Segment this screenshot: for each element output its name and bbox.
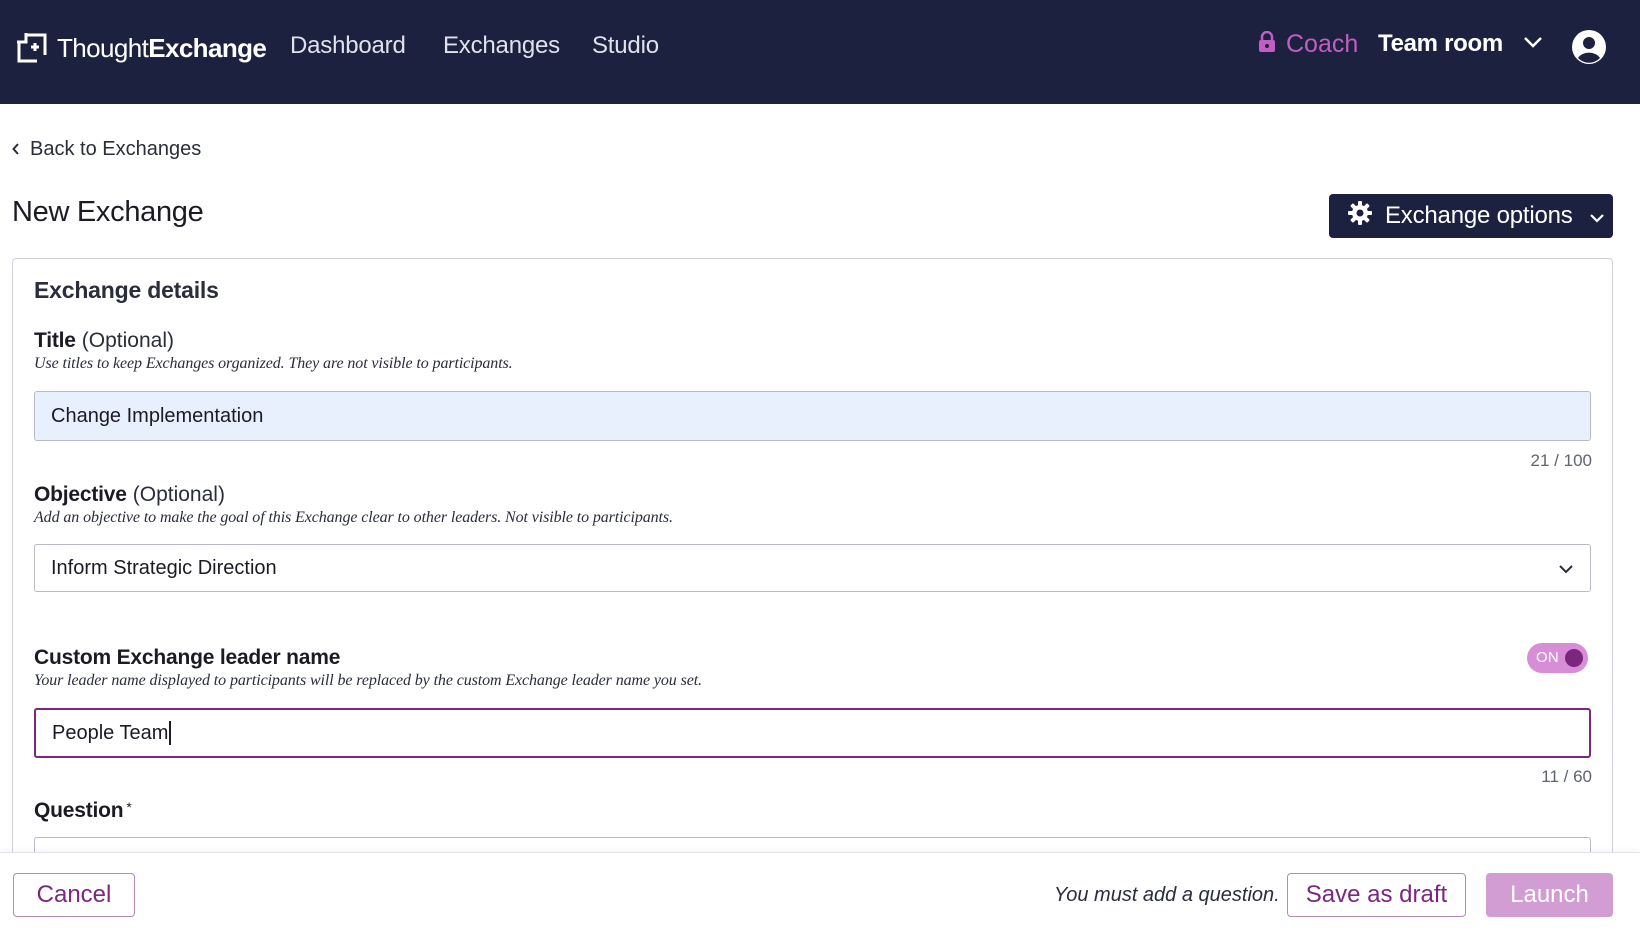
footer-action-bar: Cancel You must add a question. Save as … bbox=[0, 852, 1640, 934]
objective-selected-value: Inform Strategic Direction bbox=[51, 556, 277, 579]
logo-icon bbox=[15, 31, 49, 65]
account-icon bbox=[1571, 30, 1607, 69]
back-to-exchanges-link[interactable]: Back to Exchanges bbox=[12, 138, 201, 161]
leader-name-field-label: Custom Exchange leader name bbox=[34, 646, 341, 669]
page-title: New Exchange bbox=[12, 196, 204, 228]
exchange-options-button[interactable]: Exchange options bbox=[1329, 194, 1613, 238]
title-input-value: Change Implementation bbox=[51, 404, 264, 427]
gear-icon bbox=[1347, 200, 1373, 233]
logo[interactable]: ThoughtExchange bbox=[15, 30, 267, 66]
exchange-options-label: Exchange options bbox=[1385, 202, 1573, 229]
nav-dashboard[interactable]: Dashboard bbox=[290, 32, 406, 60]
save-as-draft-button[interactable]: Save as draft bbox=[1287, 873, 1466, 917]
objective-select[interactable]: Inform Strategic Direction bbox=[34, 544, 1591, 592]
coach-link[interactable]: Coach bbox=[1258, 30, 1358, 59]
account-button[interactable] bbox=[1571, 29, 1607, 70]
team-room-selector[interactable]: Team room bbox=[1378, 30, 1543, 58]
title-input[interactable]: Change Implementation bbox=[34, 391, 1591, 441]
coach-label: Coach bbox=[1286, 30, 1359, 58]
chevron-down-icon bbox=[1589, 202, 1605, 230]
back-label: Back to Exchanges bbox=[30, 138, 202, 160]
required-mark: * bbox=[126, 799, 132, 815]
chevron-down-icon bbox=[1503, 35, 1543, 53]
card-title: Exchange details bbox=[34, 277, 219, 303]
validation-message: You must add a question. bbox=[1054, 884, 1280, 906]
objective-field-label: Objective (Optional) bbox=[34, 483, 225, 506]
launch-button[interactable]: Launch bbox=[1486, 873, 1613, 917]
team-room-label: Team room bbox=[1378, 30, 1503, 57]
nav-exchanges[interactable]: Exchanges bbox=[443, 32, 560, 60]
leader-name-input-value: People Team bbox=[52, 721, 169, 744]
objective-field-help: Add an objective to make the goal of thi… bbox=[34, 509, 673, 526]
leader-name-input[interactable]: People Team bbox=[34, 708, 1591, 758]
lock-icon bbox=[1258, 30, 1276, 58]
chevron-down-icon bbox=[1558, 557, 1574, 580]
toggle-knob bbox=[1565, 649, 1583, 667]
top-nav-bar: ThoughtExchange Dashboard Exchanges Stud… bbox=[0, 0, 1640, 104]
logo-text: ThoughtExchange bbox=[57, 32, 267, 63]
title-field-help: Use titles to keep Exchanges organized. … bbox=[34, 355, 513, 372]
nav-studio[interactable]: Studio bbox=[592, 32, 659, 60]
leader-name-field-help: Your leader name displayed to participan… bbox=[34, 672, 702, 689]
title-field-label: Title (Optional) bbox=[34, 329, 174, 352]
toggle-on-label: ON bbox=[1536, 649, 1559, 666]
leader-name-char-counter: 11 / 60 bbox=[1541, 767, 1592, 786]
text-caret bbox=[169, 721, 172, 745]
exchange-details-card: Exchange details Title (Optional) Use tit… bbox=[12, 258, 1613, 878]
cancel-button[interactable]: Cancel bbox=[13, 873, 135, 917]
title-char-counter: 21 / 100 bbox=[1530, 451, 1592, 470]
leader-name-toggle[interactable]: ON bbox=[1527, 643, 1588, 673]
chevron-left-icon bbox=[12, 138, 30, 161]
question-field-label: Question * bbox=[34, 799, 132, 822]
